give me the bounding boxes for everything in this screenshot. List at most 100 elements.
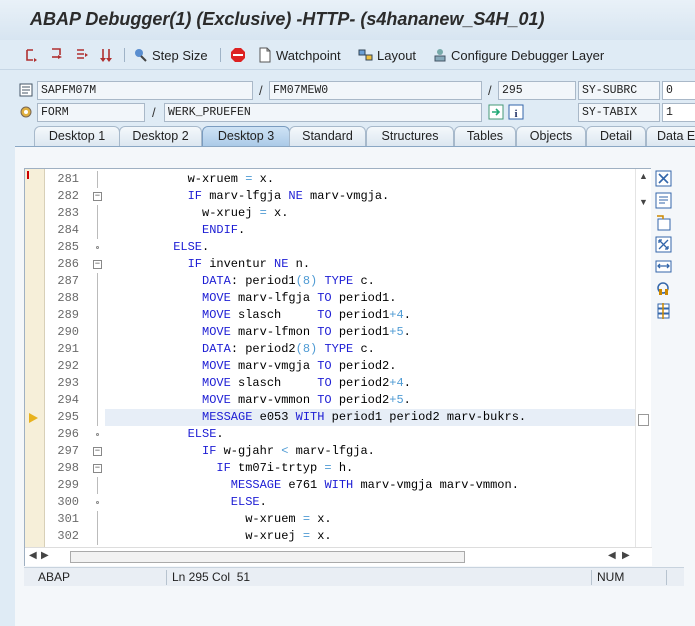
sy-subrc-label: SY-SUBRC <box>578 81 660 100</box>
scroll-right-icon[interactable]: ▶ <box>41 550 49 561</box>
fold-toggle-icon[interactable]: − <box>93 192 102 201</box>
code-line[interactable]: 286 − IF inventur NE n. <box>25 256 652 273</box>
replace-tool-icon[interactable] <box>655 214 672 231</box>
close-window-icon[interactable] <box>655 170 672 187</box>
execute-button[interactable] <box>49 45 68 65</box>
code-text: MESSAGE e761 WITH marv-vmgja marv-vmmon. <box>230 478 519 492</box>
scroll-left-icon[interactable]: ◀ <box>29 550 37 561</box>
code-line[interactable]: 297 − IF w-gjahr < marv-lfgja. <box>25 443 652 460</box>
tab-data-explorer[interactable]: Data E <box>646 126 695 147</box>
tab-objects[interactable]: Objects <box>516 126 586 147</box>
stop-button[interactable] <box>230 45 249 65</box>
code-line[interactable]: 284 ENDIF. <box>25 222 652 239</box>
line-number: 298 <box>57 461 79 475</box>
fullscreen-icon[interactable] <box>655 236 672 253</box>
layout-button[interactable]: Layout <box>358 45 416 65</box>
code-text: MOVE marv-vmmon TO period2+5. <box>202 393 411 407</box>
code-line[interactable]: 298 − IF tm07i-trtyp = h. <box>25 460 652 477</box>
code-line[interactable]: 287 DATA: period1(8) TYPE c. <box>25 273 652 290</box>
code-text: w-xruej = x. <box>245 529 332 543</box>
fold-toggle-icon[interactable]: − <box>93 260 102 269</box>
scroll-left-icon[interactable]: ◀ <box>608 550 616 561</box>
code-text: ELSE. <box>230 495 267 509</box>
fold-guide <box>97 528 98 545</box>
scroll-up-icon[interactable]: ▲ <box>639 171 648 181</box>
program-field[interactable]: SAPFM07M <box>37 81 253 100</box>
status-divider <box>666 570 667 585</box>
stop-icon <box>231 48 245 62</box>
program-info-row: SAPFM07M / FM07MEW0 / 295 SY-SUBRC 0 <box>0 80 695 102</box>
code-line[interactable]: 285 ELSE. <box>25 239 652 256</box>
tab-tables[interactable]: Tables <box>454 126 516 147</box>
services-icon[interactable] <box>655 280 672 297</box>
code-line[interactable]: 301 w-xruem = x. <box>25 511 652 528</box>
scroll-thumb[interactable] <box>638 414 649 426</box>
fold-toggle-icon[interactable]: − <box>93 464 102 473</box>
fold-guide <box>97 222 98 239</box>
code-line[interactable]: 293 MOVE slasch TO period2+4. <box>25 375 652 392</box>
tab-desktop-3[interactable]: Desktop 3 <box>202 126 290 147</box>
code-line[interactable]: 291 DATA: period2(8) TYPE c. <box>25 341 652 358</box>
layout-label: Layout <box>377 47 417 63</box>
sy-tabix-value[interactable]: 1 <box>662 103 695 122</box>
event-type-field[interactable]: FORM <box>37 103 145 122</box>
code-line[interactable]: 299 MESSAGE e761 WITH marv-vmgja marv-vmm… <box>25 477 652 494</box>
code-line[interactable]: 294 MOVE marv-vmmon TO period2+5. <box>25 392 652 409</box>
swap-icon[interactable] <box>655 258 672 275</box>
single-step-button[interactable] <box>24 45 43 65</box>
watchpoint-button[interactable]: Watchpoint <box>257 45 341 65</box>
code-line[interactable]: 300 ELSE. <box>25 494 652 511</box>
scroll-right-icon[interactable]: ▶ <box>622 550 630 561</box>
status-position: Ln 295 Col 51 <box>172 570 251 584</box>
code-line[interactable]: 302 w-xruej = x. <box>25 528 652 545</box>
fold-guide <box>97 341 98 358</box>
continue-button[interactable] <box>99 45 118 65</box>
code-line[interactable]: 292 MOVE marv-vmgja TO period2. <box>25 358 652 375</box>
code-line[interactable]: 296 ELSE. <box>25 426 652 443</box>
tab-detail[interactable]: Detail <box>586 126 646 147</box>
info-icon[interactable]: i <box>508 104 524 120</box>
new-tool-icon[interactable] <box>655 192 672 209</box>
code-text: IF w-gjahr < marv-lfgja. <box>202 444 375 458</box>
line-number: 300 <box>57 495 79 509</box>
status-language: ABAP <box>38 570 71 584</box>
line-number: 289 <box>57 308 79 322</box>
code-line[interactable]: 288 MOVE marv-lfgja TO period1. <box>25 290 652 307</box>
code-text: MOVE slasch TO period2+4. <box>202 376 411 390</box>
goto-source-icon[interactable] <box>488 104 504 120</box>
code-text: IF inventur NE n. <box>187 257 311 271</box>
event-name-field[interactable]: WERK_PRUEFEN <box>164 103 482 122</box>
line-number: 293 <box>57 376 79 390</box>
continue-icon <box>100 49 112 62</box>
settings-icon[interactable] <box>655 302 672 319</box>
step-size-button[interactable]: Step Size <box>133 45 208 65</box>
tab-desktop-1[interactable]: Desktop 1 <box>34 126 120 147</box>
code-line[interactable]: 282 − IF marv-lfgja NE marv-vmgja. <box>25 188 652 205</box>
tab-desktop-2[interactable]: Desktop 2 <box>119 126 202 147</box>
horizontal-scrollbar[interactable]: ◀ ▶ ◀ ▶ <box>25 547 652 566</box>
tab-standard[interactable]: Standard <box>289 126 366 147</box>
scroll-down-icon[interactable]: ▼ <box>639 197 648 207</box>
code-line[interactable]: 295 MESSAGE e053 WITH period1 period2 mar… <box>25 409 652 426</box>
vertical-scrollbar[interactable]: ▲ ▼ <box>635 169 651 547</box>
code-text: MOVE marv-lfgja TO period1. <box>202 291 397 305</box>
code-line[interactable]: 290 MOVE marv-lfmon TO period1+5. <box>25 324 652 341</box>
toolbar-separator <box>220 48 221 62</box>
return-button[interactable] <box>74 45 93 65</box>
code-text: w-xruem = x. <box>245 512 332 526</box>
configure-debugger-layer-button[interactable]: Configure Debugger Layer <box>432 45 604 65</box>
code-text: IF marv-lfgja NE marv-vmgja. <box>187 189 390 203</box>
line-number: 287 <box>57 274 79 288</box>
code-line[interactable]: 281 w-xruem = x. <box>25 171 652 188</box>
code-line[interactable]: 283 w-xruej = x. <box>25 205 652 222</box>
source-code-editor[interactable]: 281 w-xruem = x. 282 − IF marv-lfgja NE marv… <box>24 168 652 566</box>
configure-layer-icon <box>434 49 446 62</box>
event-icon <box>20 106 32 118</box>
hscroll-thumb[interactable] <box>70 551 465 563</box>
line-field[interactable]: 295 <box>498 81 576 100</box>
sy-subrc-value[interactable]: 0 <box>662 81 695 100</box>
code-line[interactable]: 289 MOVE slasch TO period1+4. <box>25 307 652 324</box>
fold-toggle-icon[interactable]: − <box>93 447 102 456</box>
tab-structures[interactable]: Structures <box>366 126 454 147</box>
include-field[interactable]: FM07MEW0 <box>269 81 482 100</box>
